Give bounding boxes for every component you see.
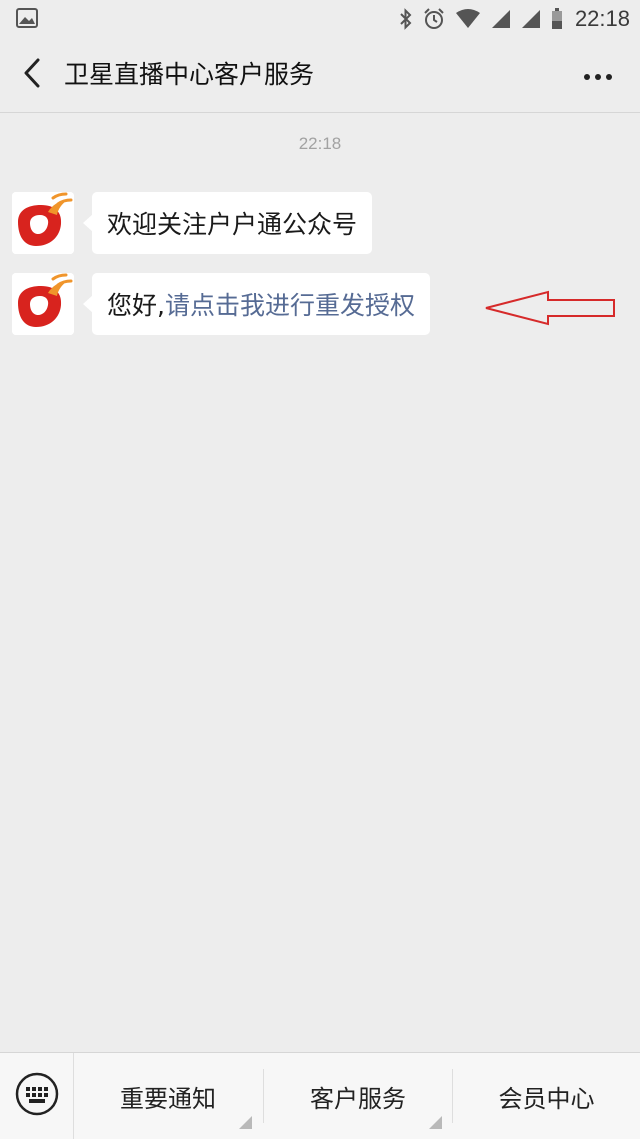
submenu-indicator-icon (239, 1116, 252, 1129)
reauthorize-link[interactable]: 请点击我进行重发授权 (165, 286, 415, 322)
message-timestamp: 22:18 (298, 134, 342, 153)
brand-logo-icon (12, 192, 74, 254)
menu-item-label: 重要通知 (120, 1084, 216, 1113)
bottom-menu: 重要通知 客户服务 会员中心 (0, 1052, 640, 1139)
page-title: 卫星直播中心客户服务 (64, 60, 315, 89)
more-dots-icon (583, 66, 613, 85)
submenu-indicator-icon (429, 1116, 442, 1129)
menu-item-label: 会员中心 (498, 1084, 595, 1113)
battery-icon (551, 8, 563, 30)
red-arrow-left-icon (484, 290, 616, 330)
avatar[interactable] (12, 192, 74, 254)
keyboard-toggle-button[interactable] (0, 1053, 74, 1139)
menu-item-customer-service[interactable]: 客户服务 (264, 1053, 452, 1139)
message-text: 欢迎关注户户通公众号 (107, 210, 358, 239)
wifi-icon (455, 9, 481, 29)
message-prefix: 您好, (107, 291, 165, 320)
avatar[interactable] (12, 273, 74, 335)
brand-logo-icon (12, 273, 74, 335)
menu-item-important-notice[interactable]: 重要通知 (74, 1053, 262, 1139)
title-bar: 卫星直播中心客户服务 (0, 38, 640, 113)
menu-item-label: 客户服务 (310, 1084, 406, 1113)
back-button[interactable] (14, 56, 50, 94)
message-bubble: 您好, 请点击我进行重发授权 (83, 273, 430, 335)
gallery-icon (16, 8, 38, 32)
signal-icon (491, 9, 511, 29)
status-bar: 22:18 (0, 0, 640, 38)
bluetooth-icon (399, 8, 413, 30)
status-time: 22:18 (574, 6, 630, 31)
alarm-icon (423, 8, 445, 30)
message-bubble[interactable]: 欢迎关注户户通公众号 (82, 192, 373, 254)
chevron-left-icon (22, 58, 42, 92)
keyboard-icon (15, 1072, 59, 1120)
more-button[interactable] (578, 58, 618, 92)
menu-item-member-center[interactable]: 会员中心 (453, 1053, 640, 1139)
signal-icon (521, 9, 541, 29)
